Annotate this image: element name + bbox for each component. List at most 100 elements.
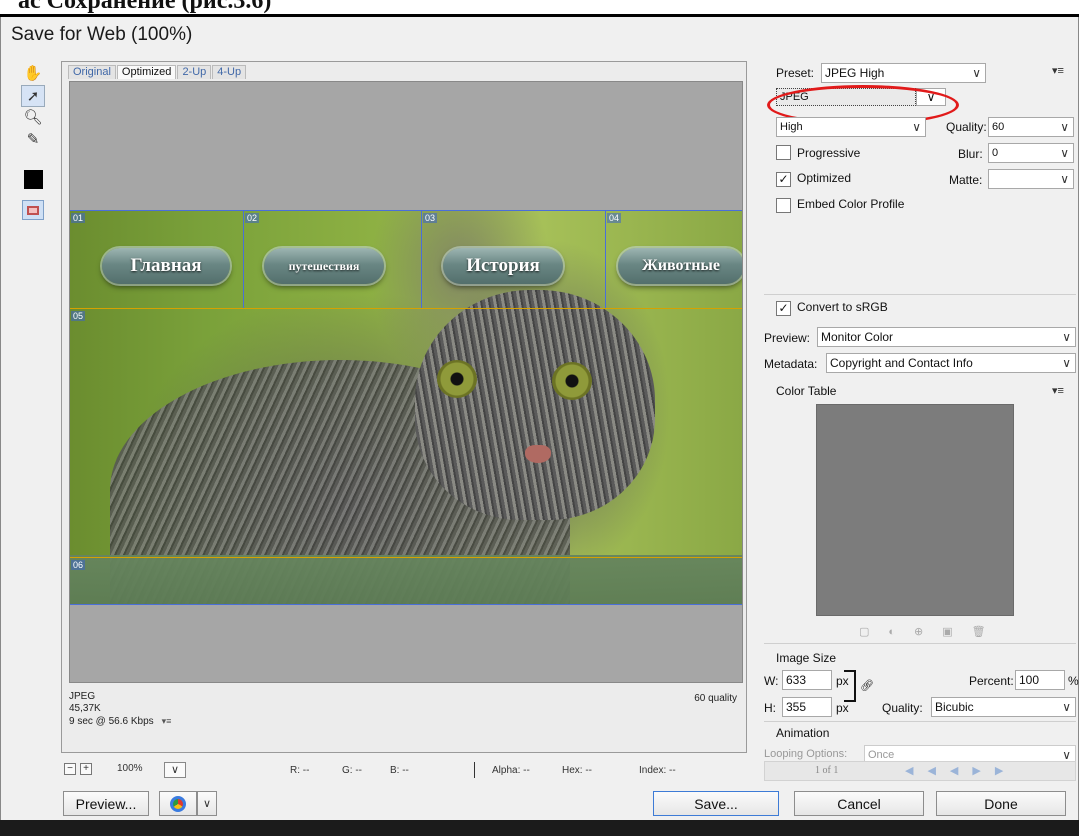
index-readout: Index: -- xyxy=(639,765,676,776)
preview-in-browser-button[interactable]: Preview... xyxy=(63,791,149,816)
slice-label[interactable]: 01 xyxy=(71,213,86,223)
chevron-down-icon: ∨ xyxy=(1062,330,1071,344)
preview-mode-dropdown[interactable]: Monitor Color ∨ xyxy=(817,327,1076,347)
zoom-in-button[interactable]: + xyxy=(80,763,92,775)
slice-boundary xyxy=(605,210,606,308)
format-readout: JPEG xyxy=(69,691,96,702)
chevron-down-icon: ∨ xyxy=(202,798,212,810)
looping-options-label: Looping Options: xyxy=(764,748,848,760)
link-icon[interactable]: 🔗︎ xyxy=(860,679,874,692)
slice-boundary xyxy=(70,604,742,605)
looping-options-value: Once xyxy=(868,749,895,761)
percent-input[interactable]: 100 xyxy=(1015,670,1065,690)
optimize-menu-icon[interactable]: ▾≡ xyxy=(1052,64,1064,77)
preview-area: Original Optimized 2-Up 4-Up 01 02 03 04… xyxy=(61,61,747,753)
zoom-dropdown[interactable]: ∨ xyxy=(164,762,186,778)
height-input[interactable]: 355 xyxy=(782,697,832,717)
document-header-fragment: ac Сохранение (рис.3.6) xyxy=(0,0,1079,14)
file-size-readout: 45,37K xyxy=(69,703,101,714)
eyedropper-tool-icon[interactable]: ✎ xyxy=(21,128,45,150)
status-row: − + 100% ∨ R: -- G: -- B: -- Alpha: -- H… xyxy=(64,762,746,780)
compression-quality-value: High xyxy=(780,121,803,133)
convert-srgb-checkbox[interactable]: ✓ xyxy=(776,301,791,316)
eyedropper-color-swatch[interactable] xyxy=(24,170,43,189)
blur-value: 0 xyxy=(992,147,999,159)
slice-label[interactable]: 05 xyxy=(71,311,86,321)
image-size-title: Image Size xyxy=(776,651,837,665)
color-table-title: Color Table xyxy=(776,384,837,398)
nav-button-animals: Животные xyxy=(618,248,742,284)
slice-boundary xyxy=(70,308,742,309)
slice-label[interactable]: 04 xyxy=(607,213,622,223)
progressive-checkbox[interactable] xyxy=(776,145,791,160)
blur-input[interactable]: 0 ∨ xyxy=(988,143,1074,163)
zoom-tool-icon[interactable]: 🔍︎ xyxy=(21,106,45,128)
preview-mode-label: Preview: xyxy=(764,331,811,345)
slice-boundary xyxy=(70,210,742,211)
chevron-down-icon: ∨ xyxy=(170,764,180,776)
quality-value: 60 xyxy=(992,121,1005,133)
green-readout: G: -- xyxy=(342,765,362,776)
download-speed-menu-icon[interactable]: ▾≡ xyxy=(162,716,172,726)
download-time-readout: 9 sec @ 56.6 Kbps xyxy=(69,716,154,727)
slice-boundary xyxy=(421,210,422,308)
nav-button-home: Главная xyxy=(102,248,230,284)
slice-label[interactable]: 03 xyxy=(423,213,438,223)
browser-dropdown-button[interactable]: ∨ xyxy=(197,791,217,816)
cat-face xyxy=(415,290,655,520)
width-input[interactable]: 633 xyxy=(782,670,832,690)
divider xyxy=(764,721,1076,722)
resample-quality-value: Bicubic xyxy=(935,700,974,714)
animation-title: Animation xyxy=(776,726,830,740)
height-unit: px xyxy=(836,701,849,715)
tab-optimized[interactable]: Optimized xyxy=(116,65,177,79)
optimized-label: Optimized xyxy=(797,171,852,185)
metadata-dropdown[interactable]: Copyright and Contact Info ∨ xyxy=(826,353,1076,373)
chevron-down-icon: ∨ xyxy=(1060,120,1069,134)
slice-select-tool-icon[interactable]: ➚ xyxy=(21,85,45,107)
matte-label: Matte: xyxy=(949,173,983,187)
save-button[interactable]: Save... xyxy=(653,791,779,816)
toggle-slices-visibility-icon[interactable] xyxy=(22,200,44,220)
tab-2-up[interactable]: 2-Up xyxy=(177,65,212,79)
cat-nose xyxy=(525,445,551,463)
color-table-grid[interactable] xyxy=(816,404,1014,616)
optimization-info: JPEG 45,37K 9 sec @ 56.6 Kbps ▾≡ 60 quali… xyxy=(69,685,743,735)
image-canvas[interactable]: 01 02 03 04 05 06 Главная путешествия Ис… xyxy=(69,81,743,683)
optimized-checkbox[interactable]: ✓ xyxy=(776,172,791,187)
divider xyxy=(474,762,475,778)
tab-original[interactable]: Original xyxy=(68,65,116,79)
percent-label: Percent: xyxy=(969,674,1014,688)
divider xyxy=(764,294,1076,295)
hand-tool-icon[interactable]: ✋ xyxy=(21,62,45,84)
color-table-actions-icon[interactable]: ▢◐⊕▣🗑︎ xyxy=(859,625,1005,638)
quality-input[interactable]: 60 ∨ xyxy=(988,117,1074,137)
color-table-menu-icon[interactable]: ▾≡ xyxy=(1052,384,1064,397)
resample-quality-label: Quality: xyxy=(882,701,923,715)
cancel-button[interactable]: Cancel xyxy=(794,791,924,816)
save-for-web-dialog: Save for Web (100%) ✋ ➚ 🔍︎ ✎ Original Op… xyxy=(0,17,1079,820)
zoom-out-button[interactable]: − xyxy=(64,763,76,775)
canvas-background-bottom xyxy=(70,605,742,682)
slice-label[interactable]: 06 xyxy=(71,560,86,570)
alpha-readout: Alpha: -- xyxy=(492,765,530,776)
divider xyxy=(764,643,1076,644)
resample-quality-dropdown[interactable]: Bicubic ∨ xyxy=(931,697,1076,717)
frame-navigation-icon[interactable]: ◀◀◀▶▶ xyxy=(905,764,1017,777)
slice-label[interactable]: 02 xyxy=(245,213,260,223)
done-button[interactable]: Done xyxy=(936,791,1066,816)
height-label: H: xyxy=(764,701,776,715)
browser-icon xyxy=(170,795,186,812)
chevron-down-icon: ∨ xyxy=(1062,356,1071,370)
matte-dropdown[interactable]: ∨ xyxy=(988,169,1074,189)
chevron-down-icon: ∨ xyxy=(1060,146,1069,160)
compression-quality-dropdown[interactable]: High ∨ xyxy=(776,117,926,137)
blur-label: Blur: xyxy=(958,147,983,161)
chevron-down-icon: ∨ xyxy=(972,66,981,80)
embed-color-profile-checkbox[interactable] xyxy=(776,198,791,213)
blue-readout: B: -- xyxy=(390,765,409,776)
tab-4-up[interactable]: 4-Up xyxy=(212,65,247,79)
preset-dropdown[interactable]: JPEG High ∨ xyxy=(821,63,986,83)
quality-readout: 60 quality xyxy=(694,693,737,704)
browser-select-button[interactable] xyxy=(159,791,197,816)
